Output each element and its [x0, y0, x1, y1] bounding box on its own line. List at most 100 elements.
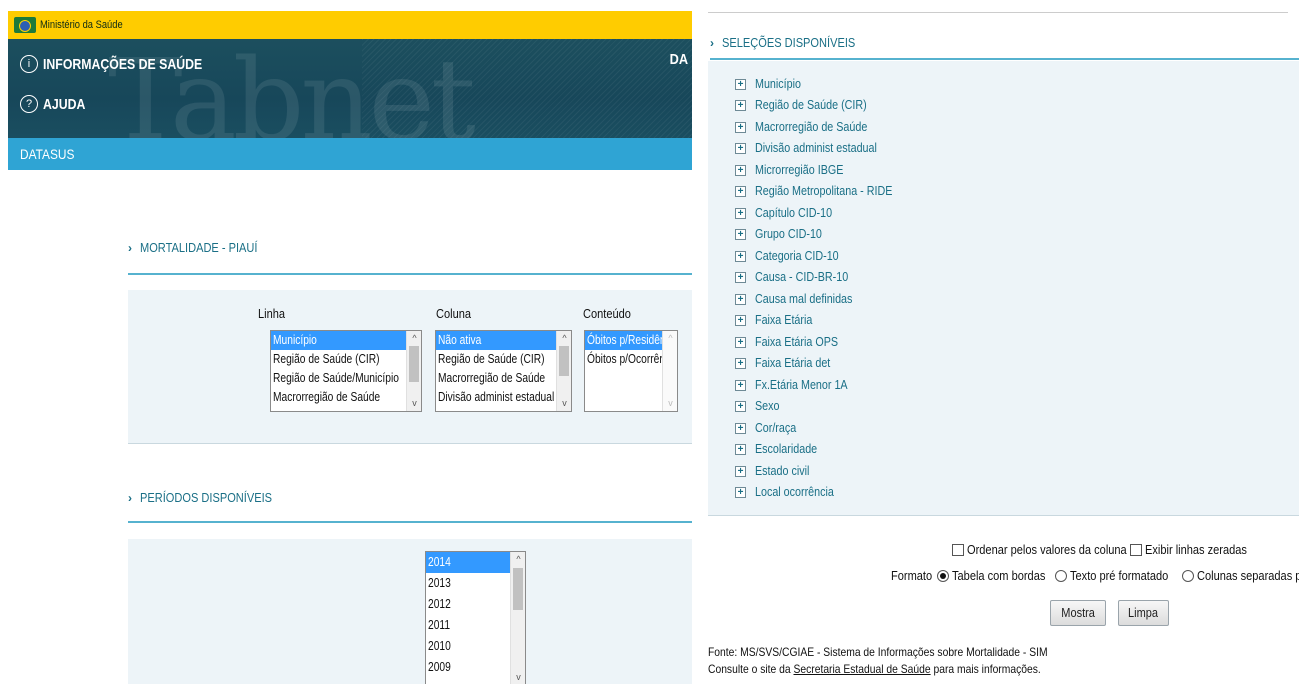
formato-label: Formato: [891, 568, 933, 583]
nav-informacoes-de-saude[interactable]: i INFORMAÇÕES DE SAÚDE: [20, 55, 237, 73]
linha-scrollbar[interactable]: ^ v: [406, 331, 421, 411]
scroll-up-icon[interactable]: ^: [663, 331, 677, 346]
expand-plus-icon[interactable]: +: [735, 164, 746, 176]
secretaria-link[interactable]: Secretaria Estadual de Saúde: [793, 662, 930, 676]
expand-plus-icon[interactable]: +: [735, 121, 746, 133]
coluna-select[interactable]: Não ativa Região de Saúde (CIR) Macrorre…: [435, 330, 572, 412]
formato-radio-colunas[interactable]: [1182, 569, 1194, 582]
expand-plus-icon[interactable]: +: [735, 422, 746, 434]
list-option[interactable]: Município: [271, 331, 421, 350]
list-option[interactable]: Não ativa: [436, 331, 571, 350]
exibir-option[interactable]: Exibir linhas zeradas: [1130, 542, 1265, 557]
chevron-right-icon: ›: [128, 490, 132, 505]
exibir-checkbox[interactable]: [1130, 543, 1142, 556]
selection-item[interactable]: + Macrorregião de Saúde: [735, 120, 886, 134]
left-screenshot: Ministério da Saúde Tabnet i INFORMAÇÕES…: [0, 0, 700, 684]
selection-item[interactable]: + Grupo CID-10: [735, 227, 833, 241]
expand-plus-icon[interactable]: +: [735, 207, 746, 219]
linha-select[interactable]: Município Região de Saúde (CIR) Região d…: [270, 330, 422, 412]
exibir-label: Exibir linhas zeradas: [1145, 542, 1247, 557]
selection-item[interactable]: + Sexo: [735, 399, 784, 413]
expand-plus-icon[interactable]: +: [735, 228, 746, 240]
expand-plus-icon[interactable]: +: [735, 465, 746, 477]
expand-plus-icon[interactable]: +: [735, 142, 746, 154]
expand-plus-icon[interactable]: +: [735, 400, 746, 412]
list-option[interactable]: Macrorregião de Saúde: [436, 369, 571, 388]
expand-plus-icon[interactable]: +: [735, 314, 746, 326]
expand-plus-icon[interactable]: +: [735, 78, 746, 90]
expand-plus-icon[interactable]: +: [735, 443, 746, 455]
selection-item[interactable]: + Faixa Etária: [735, 313, 822, 327]
selection-item[interactable]: + Faixa Etária OPS: [735, 335, 852, 349]
scroll-down-icon[interactable]: v: [407, 396, 421, 411]
selection-item[interactable]: + Microrregião IBGE: [735, 163, 858, 177]
datasus-link[interactable]: DATASUS: [20, 146, 74, 162]
linha-label: Linha: [258, 306, 286, 321]
coluna-scrollbar[interactable]: ^ v: [556, 331, 571, 411]
datasus-bar: DATASUS: [8, 138, 692, 170]
ordenar-option[interactable]: Ordenar pelos valores da coluna: [952, 542, 1157, 557]
formato-option-label: Tabela com bordas: [952, 568, 1046, 583]
selection-item[interactable]: + Faixa Etária det: [735, 356, 843, 370]
scroll-down-icon[interactable]: v: [511, 670, 525, 684]
selection-item[interactable]: + Causa mal definidas: [735, 292, 868, 306]
selection-item[interactable]: + Cor/raça: [735, 421, 803, 435]
info-icon: i: [20, 55, 38, 73]
expand-plus-icon[interactable]: +: [735, 486, 746, 498]
tabnet-banner: Tabnet i INFORMAÇÕES DE SAÚDE ? AJUDA DA: [8, 39, 692, 138]
cut-off-nav-text[interactable]: DA: [670, 51, 688, 68]
selecoes-panel: + Município + Região de Saúde (CIR) + Macro…: [708, 61, 1299, 516]
ordenar-checkbox[interactable]: [952, 543, 964, 556]
list-option[interactable]: Divisão administ estadual: [436, 388, 571, 407]
section-divider: [710, 58, 1299, 60]
scroll-up-icon[interactable]: ^: [557, 331, 571, 346]
selection-item[interactable]: + Local ocorrência: [735, 485, 847, 499]
formato-radio-texto[interactable]: [1055, 569, 1067, 582]
selection-item[interactable]: + Categoria CID-10: [735, 249, 852, 263]
mortalidade-panel: Linha Coluna Conteúdo Município Região d…: [128, 290, 692, 444]
limpa-button[interactable]: Limpa: [1118, 600, 1169, 626]
periodos-title: › PERÍODOS DISPONÍVEIS: [128, 490, 273, 505]
selection-item[interactable]: + Escolaridade: [735, 442, 827, 456]
selection-item[interactable]: + Região Metropolitana - RIDE: [735, 184, 915, 198]
coluna-label: Coluna: [436, 306, 472, 321]
banner-pattern: [362, 39, 692, 138]
conteudo-label: Conteúdo: [583, 306, 631, 321]
selection-item[interactable]: + Fx.Etária Menor 1A: [735, 378, 863, 392]
section-divider: [128, 521, 692, 523]
expand-plus-icon[interactable]: +: [735, 293, 746, 305]
expand-plus-icon[interactable]: +: [735, 99, 746, 111]
conteudo-scrollbar[interactable]: ^ v: [662, 331, 677, 411]
expand-plus-icon[interactable]: +: [735, 250, 746, 262]
list-option[interactable]: Região de Saúde/Município: [271, 369, 421, 388]
expand-plus-icon[interactable]: +: [735, 271, 746, 283]
conteudo-select[interactable]: Óbitos p/Residênc Óbitos p/Ocorrênc ^ v: [584, 330, 678, 412]
selection-item[interactable]: + Capítulo CID-10: [735, 206, 845, 220]
top-divider: [708, 12, 1288, 13]
list-option[interactable]: Região de Saúde (CIR): [271, 350, 421, 369]
scroll-up-icon[interactable]: ^: [407, 331, 421, 346]
nav-ajuda[interactable]: ? AJUDA: [20, 95, 95, 113]
list-option[interactable]: Macrorregião de Saúde: [271, 388, 421, 407]
formato-radio-tabela[interactable]: [937, 569, 949, 582]
ordenar-label: Ordenar pelos valores da coluna: [967, 542, 1127, 557]
expand-plus-icon[interactable]: +: [735, 185, 746, 197]
expand-plus-icon[interactable]: +: [735, 379, 746, 391]
selection-item[interactable]: + Estado civil: [735, 464, 818, 478]
selection-item[interactable]: + Divisão administ estadual: [735, 141, 897, 155]
mostra-button[interactable]: Mostra: [1050, 600, 1106, 626]
selection-item[interactable]: + Região de Saúde (CIR): [735, 98, 885, 112]
list-option[interactable]: Região de Saúde (CIR): [436, 350, 571, 369]
periodos-select[interactable]: 2014 2013 2012 2011 2010 2009 ^ v: [425, 551, 526, 684]
selecoes-title: › SELEÇÕES DISPONÍVEIS: [710, 35, 856, 50]
expand-plus-icon[interactable]: +: [735, 336, 746, 348]
right-screenshot: › SELEÇÕES DISPONÍVEIS + Município + Regiã…: [708, 0, 1299, 684]
scroll-down-icon[interactable]: v: [663, 396, 677, 411]
expand-plus-icon[interactable]: +: [735, 357, 746, 369]
government-label[interactable]: Ministério da Saúde: [40, 19, 123, 31]
periodos-scrollbar[interactable]: ^ v: [510, 552, 525, 684]
selection-item[interactable]: + Município: [735, 77, 809, 91]
scroll-down-icon[interactable]: v: [557, 396, 571, 411]
scroll-up-icon[interactable]: ^: [511, 552, 525, 567]
selection-item[interactable]: + Causa - CID-BR-10: [735, 270, 863, 284]
